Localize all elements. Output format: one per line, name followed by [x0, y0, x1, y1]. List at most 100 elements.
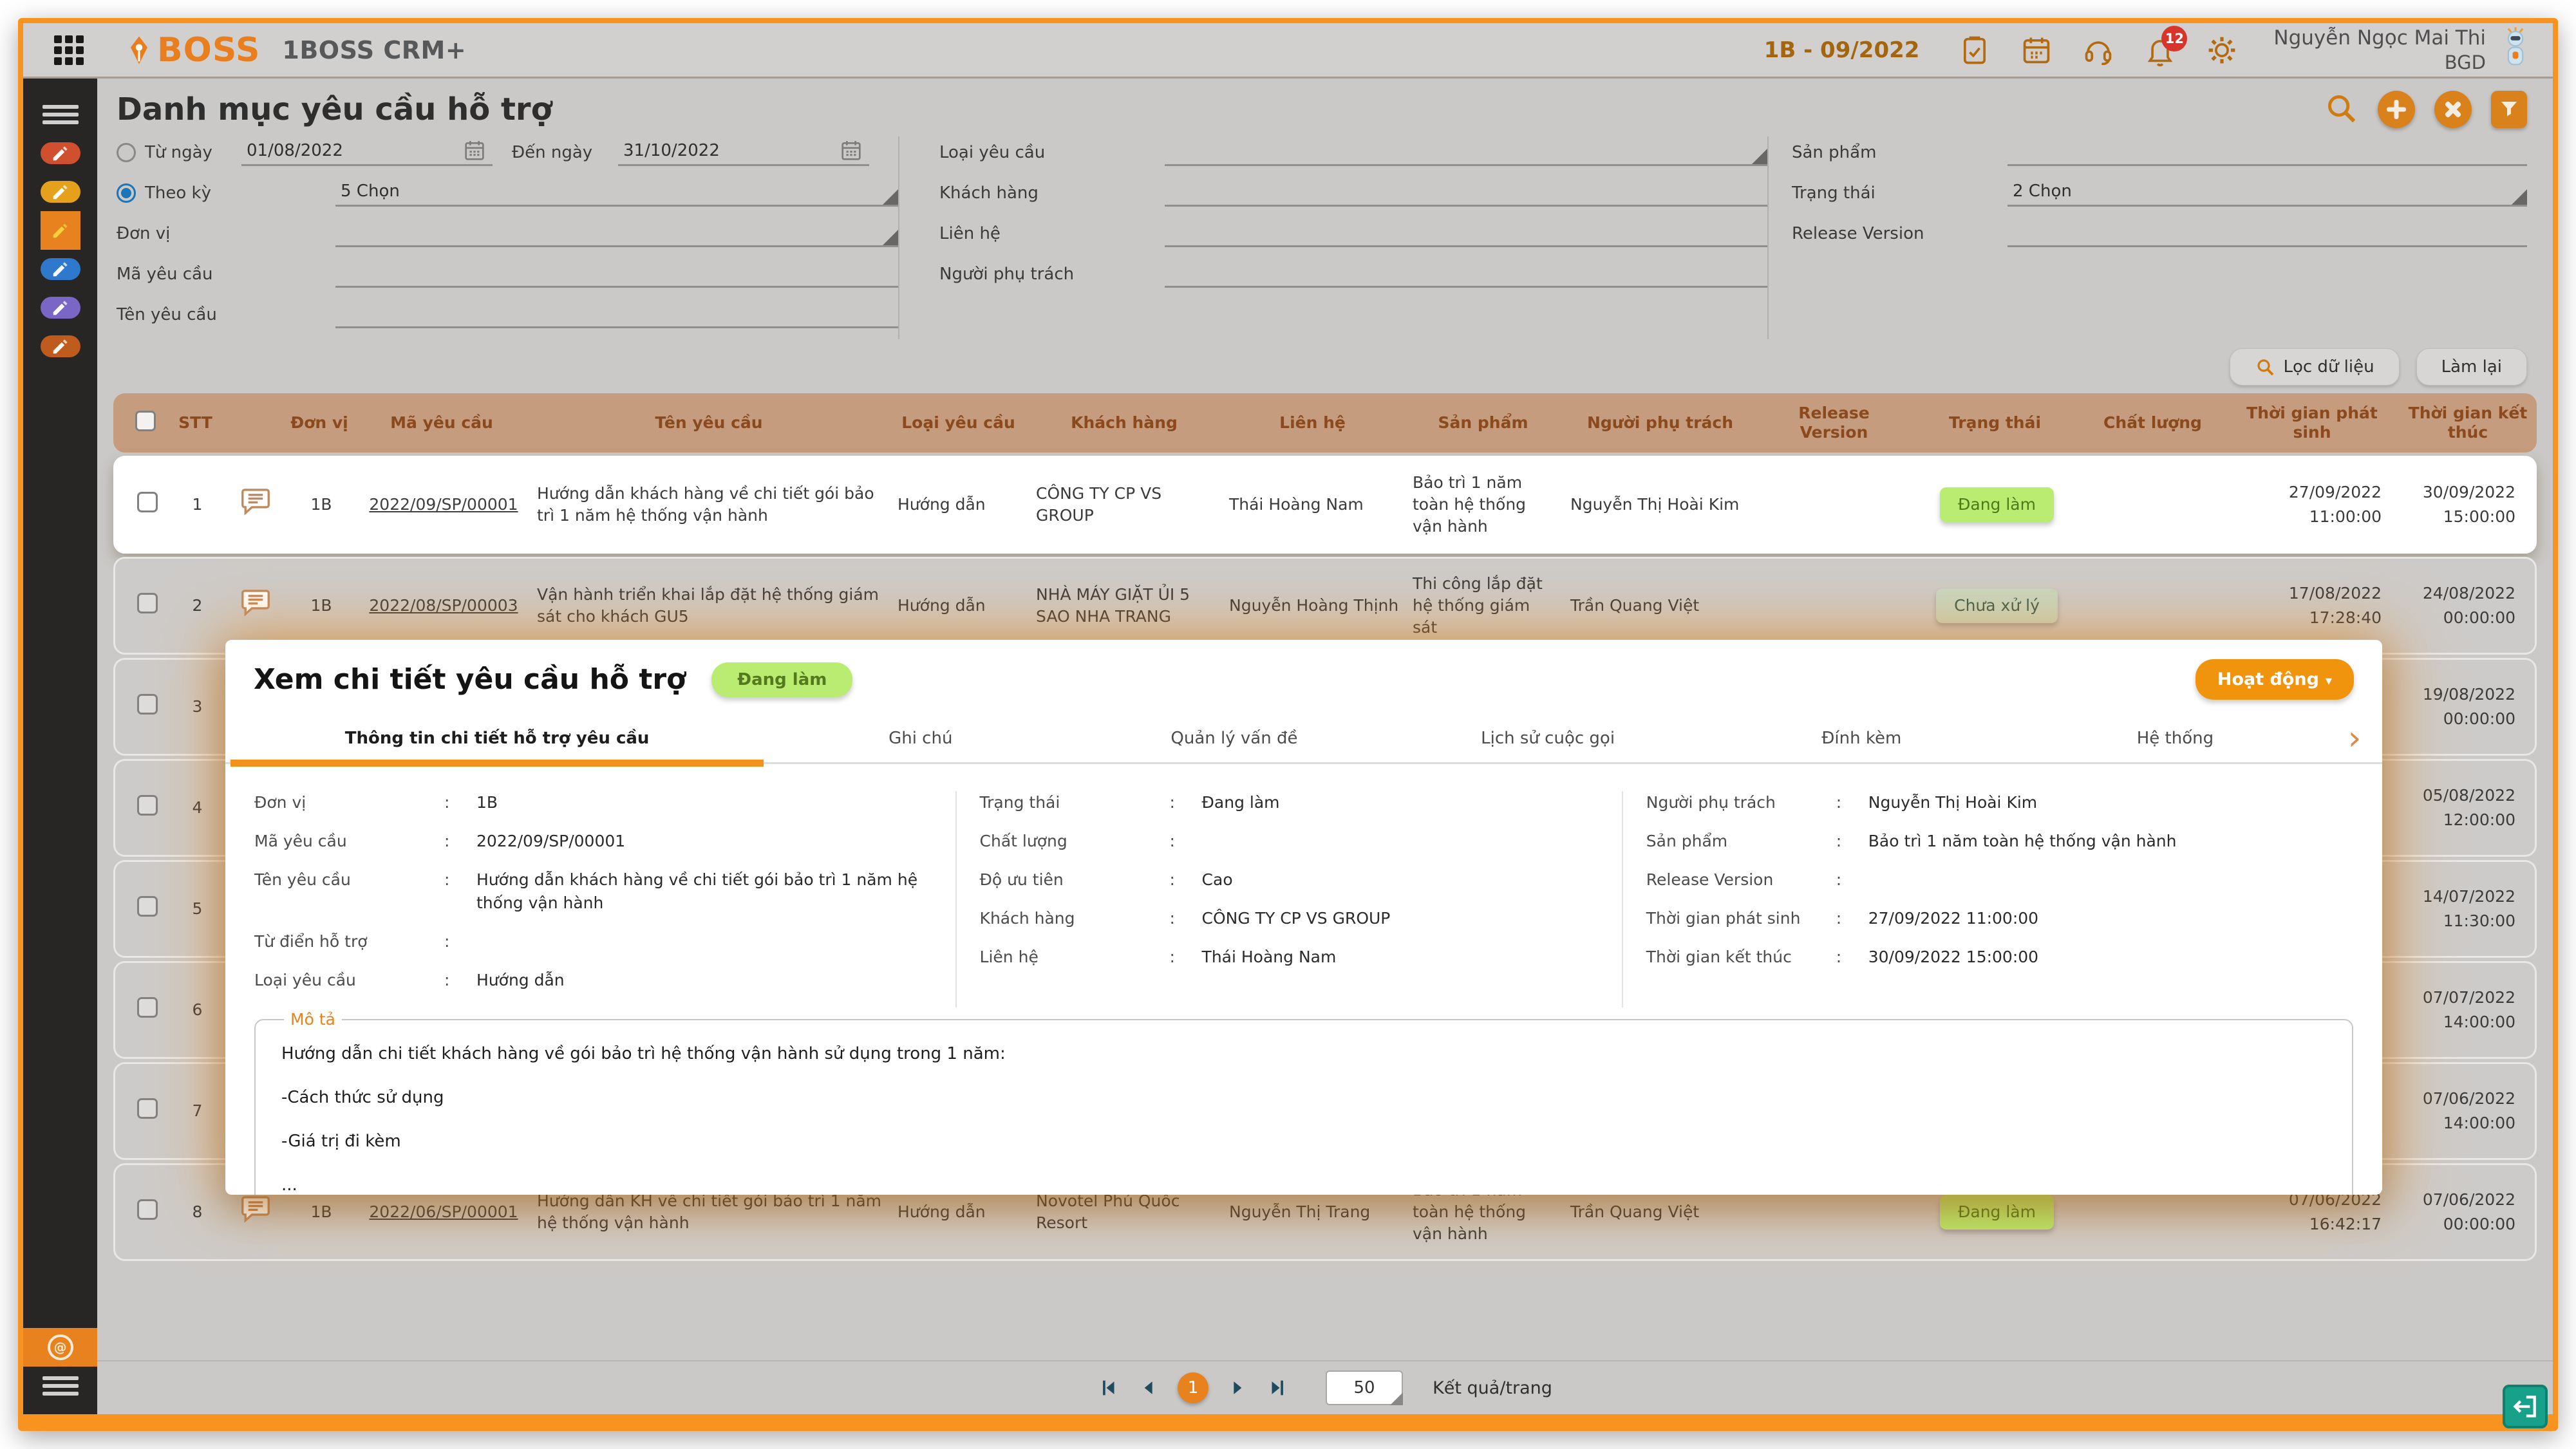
status-badge[interactable]: Đang làm	[1940, 1195, 2054, 1229]
module-purple-icon	[41, 297, 80, 319]
apps-grid-icon[interactable]	[54, 35, 84, 65]
activity-dropdown-button[interactable]: Hoạt động▾	[2195, 659, 2354, 700]
next-page-icon[interactable]	[1227, 1377, 1248, 1399]
status-badge[interactable]: Chưa xử lý	[1936, 588, 2058, 623]
description-line: -Giá trị đi kèm	[281, 1132, 2326, 1151]
row-checkbox[interactable]	[137, 1199, 158, 1220]
field-value: Nguyễn Thị Hoài Kim	[1868, 791, 2332, 814]
modal-tabs: Thông tin chi tiết hỗ trợ yêu cầuGhi chú…	[225, 714, 2382, 764]
request-code-link[interactable]: 2022/09/SP/00001	[369, 495, 518, 514]
request-code-link[interactable]: 2022/06/SP/00001	[369, 1202, 518, 1221]
app-window: BOSS 1BOSS CRM+ 1B - 09/2022 12 Nguy	[18, 18, 2558, 1431]
current-page[interactable]: 1	[1178, 1372, 1208, 1403]
saved-filter-icon[interactable]	[2491, 91, 2527, 128]
radio-from-date[interactable]	[117, 143, 136, 162]
tab-4[interactable]: Lịch sử cuộc gọi	[1391, 714, 1705, 762]
row-checkbox[interactable]	[137, 896, 158, 917]
from-date-input[interactable]: 01/08/2022	[241, 136, 493, 166]
row-checkbox[interactable]	[137, 593, 158, 613]
request-code-link[interactable]: 2022/08/SP/00003	[369, 596, 518, 615]
user-block[interactable]: Nguyễn Ngọc Mai Thi BGD	[2273, 26, 2486, 75]
radio-period[interactable]	[117, 183, 136, 203]
tab-2[interactable]: Ghi chú	[764, 714, 1077, 762]
tab-5[interactable]: Đính kèm	[1705, 714, 2018, 762]
sidebar-item[interactable]	[41, 211, 80, 250]
row-checkbox[interactable]	[137, 492, 158, 512]
tab-6[interactable]: Hệ thống	[2018, 714, 2332, 762]
column-header: Người phụ trách	[1562, 413, 1758, 433]
product-input[interactable]	[2007, 136, 2527, 166]
code-cell: 2022/08/SP/00003	[357, 595, 531, 617]
column-header: Đơn vị	[284, 413, 355, 433]
reset-button[interactable]: Làm lại	[2416, 348, 2527, 386]
code-input[interactable]	[335, 258, 898, 288]
avatar[interactable]	[2497, 26, 2534, 75]
column-header: Sản phẩm	[1404, 413, 1562, 433]
comment-icon[interactable]	[238, 1192, 273, 1227]
per-page-select[interactable]: 50	[1326, 1370, 1403, 1405]
to-date-label: Đến ngày	[512, 139, 618, 166]
assignee-input[interactable]	[1165, 258, 1767, 288]
sidebar-item[interactable]	[41, 288, 80, 327]
row-checkbox[interactable]	[137, 795, 158, 816]
row-checkbox[interactable]	[137, 1098, 158, 1119]
exit-button[interactable]	[2503, 1385, 2548, 1428]
first-page-icon[interactable]	[1098, 1377, 1120, 1399]
select-all-checkbox[interactable]	[135, 411, 156, 431]
field-colon: :	[1170, 868, 1202, 892]
tab-3[interactable]: Quản lý vấn đề	[1077, 714, 1391, 762]
bell-icon[interactable]: 12	[2143, 33, 2177, 67]
calendar-icon[interactable]	[2020, 33, 2053, 67]
sidebar-item[interactable]	[41, 327, 80, 366]
search-icon[interactable]	[2324, 91, 2358, 128]
code-label: Mã yêu cầu	[117, 261, 335, 288]
field-value	[1868, 868, 2332, 892]
to-date-input[interactable]: 31/10/2022	[618, 136, 869, 166]
unit-select[interactable]	[335, 218, 898, 247]
tasks-clipboard-icon[interactable]	[1958, 33, 1991, 67]
comment-icon[interactable]	[238, 485, 273, 519]
name-input[interactable]	[335, 299, 898, 328]
last-page-icon[interactable]	[1266, 1377, 1288, 1399]
table-row[interactable]: 11B2022/09/SP/00001Hướng dẫn khách hàng …	[113, 456, 2537, 554]
column-header	[123, 411, 168, 436]
contact-cell: Thái Hoàng Nam	[1223, 494, 1406, 516]
contact-input[interactable]	[1165, 218, 1767, 247]
comment-cell	[225, 586, 286, 626]
sidebar-item[interactable]	[41, 134, 80, 173]
code-cell: 2022/09/SP/00001	[357, 494, 531, 516]
prev-page-icon[interactable]	[1138, 1377, 1160, 1399]
app-title: 1BOSS CRM+	[282, 36, 466, 64]
description-legend: Mô tả	[284, 1010, 342, 1029]
sidebar-item-bottom-active[interactable]: @	[23, 1328, 97, 1367]
sidebar-bottom-list[interactable]	[23, 1367, 97, 1405]
pencil-icon	[51, 221, 70, 240]
sidebar-item[interactable]	[41, 250, 80, 288]
headset-icon[interactable]	[2082, 33, 2115, 67]
column-header: Chất lượng	[2080, 413, 2225, 433]
field-value: 2022/09/SP/00001	[476, 830, 937, 853]
tab-1[interactable]: Thông tin chi tiết hỗ trợ yêu cầu	[230, 714, 764, 762]
gear-icon[interactable]	[2205, 33, 2239, 67]
app: BOSS 1BOSS CRM+ 1B - 09/2022 12 Nguy	[23, 23, 2553, 1414]
add-button[interactable]	[2378, 91, 2415, 128]
pencil-icon	[51, 182, 70, 201]
comment-icon[interactable]	[238, 586, 273, 621]
status-select[interactable]: 2 Chọn	[2007, 177, 2527, 207]
release-input[interactable]	[2007, 218, 2527, 247]
sidebar-item[interactable]	[41, 173, 80, 211]
close-button[interactable]	[2434, 91, 2472, 128]
calendar-icon[interactable]	[462, 138, 487, 164]
filter-data-button[interactable]: Lọc dữ liệu	[2230, 348, 2399, 386]
row-checkbox[interactable]	[137, 997, 158, 1018]
status-badge[interactable]: Đang làm	[1940, 487, 2054, 522]
customer-input[interactable]	[1165, 177, 1767, 207]
row-checkbox[interactable]	[137, 694, 158, 715]
tabs-next-chevron-icon[interactable]: ›	[2332, 714, 2377, 762]
period-select[interactable]: 5 Chọn	[335, 177, 898, 207]
type-select[interactable]	[1165, 136, 1767, 166]
module-blue-icon	[41, 258, 80, 280]
calendar-icon[interactable]	[838, 138, 864, 164]
sidebar-menu-icon[interactable]	[23, 95, 97, 134]
column-header: Release Version	[1758, 404, 1910, 442]
